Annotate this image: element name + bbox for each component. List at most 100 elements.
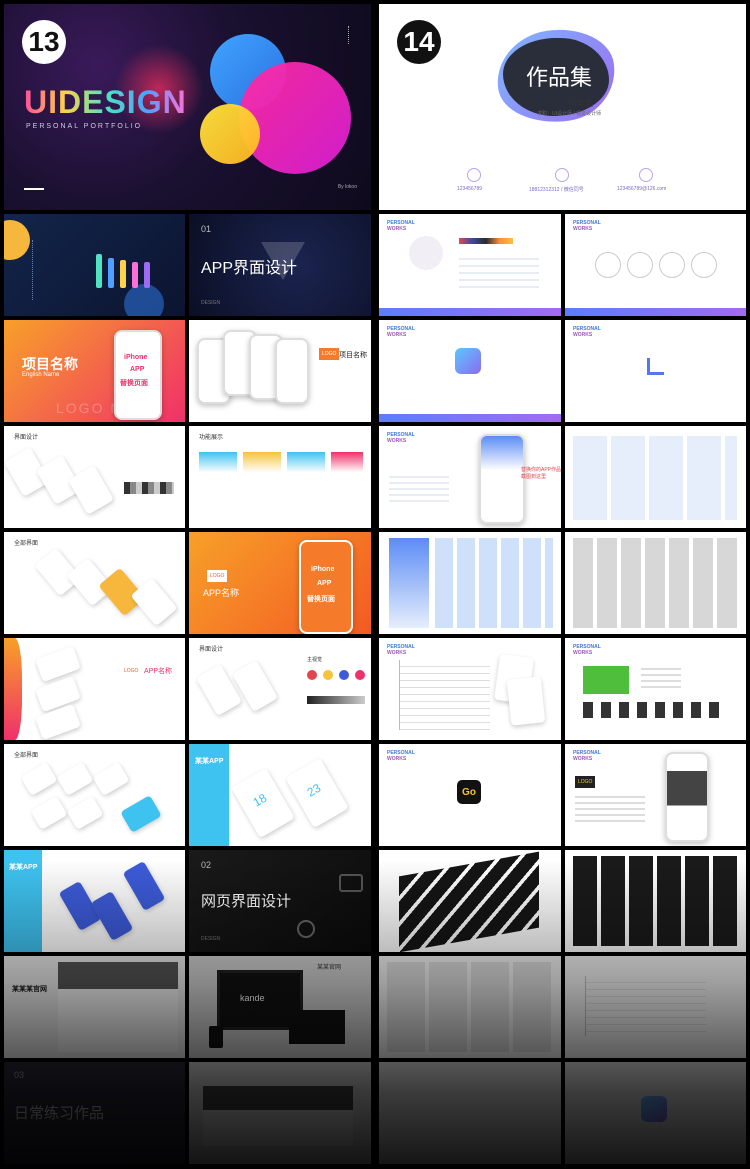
contact-phone: 123456789 <box>457 186 483 192</box>
skill-bar <box>96 254 102 288</box>
slide-app-orange[interactable]: LOGO APP名称 iPhone APP 替换页面 <box>189 532 371 634</box>
slide-interface-brand[interactable]: 界面设计 主视觉 <box>189 638 371 740</box>
bottom-gradient-bar <box>379 308 561 316</box>
slide-screens-blue[interactable] <box>379 532 561 634</box>
app-name: APP名称 <box>203 588 240 598</box>
go-app-icon-label: Go <box>462 786 476 798</box>
slide-kande-devices[interactable]: 某某官网 kande <box>189 956 371 1058</box>
slide-go-detail[interactable]: PERSONAL WORKS LOGO <box>565 744 746 846</box>
slide-web-dark-grid[interactable] <box>565 850 746 952</box>
slide-heading: 全部界面 <box>14 541 39 547</box>
screens-grid <box>573 436 737 520</box>
brand-color-yellow <box>323 670 333 680</box>
slide-go-icon[interactable]: PERSONAL WORKS Go <box>379 744 561 846</box>
slide-interface-design[interactable]: 界面设计 <box>4 426 185 528</box>
slide-daily-web[interactable] <box>189 1062 371 1164</box>
phone-mockup <box>479 434 525 524</box>
doc-sheet <box>506 676 546 726</box>
floating-card <box>120 795 162 833</box>
slide-personal-info[interactable]: PERSONAL WORKS <box>379 214 561 316</box>
hero-cover-dark[interactable]: 13 UIDESIGN PERSONAL PORTFOLIO By lokoo <box>4 4 371 210</box>
magnifier-icon <box>297 920 315 938</box>
section-number: 02 <box>201 860 212 870</box>
camera-icon <box>339 874 363 892</box>
slide-some-site[interactable]: 某某某官网 <box>4 956 185 1058</box>
slide-mindmap[interactable]: PERSONAL WORKS <box>379 638 561 740</box>
hero-cover-light[interactable]: 14 作品集 杨某某 求职：UI设计师 / 视觉设计师 123456789 18… <box>379 4 746 210</box>
slide-app-cards-orange[interactable]: LOGO APP名称 <box>4 638 185 740</box>
slide-resume-dark[interactable] <box>4 214 185 316</box>
tool-icons-row <box>459 238 513 244</box>
logo-mark-icon <box>647 358 664 375</box>
brand-heading: 主视觉 <box>307 657 323 663</box>
contact-wechat: 18812312312 / 微信同号 <box>529 187 584 193</box>
slide-number-badge: 13 <box>22 20 66 64</box>
slide-phones-row[interactable]: LOGO 项目名称 <box>189 320 371 422</box>
screen-thumb <box>199 452 237 520</box>
mindmap-lines <box>399 660 490 730</box>
slide-heading: 界面设计 <box>199 647 224 653</box>
personal-works-logo: PERSONAL WORKS <box>387 326 415 338</box>
slide-wireframes[interactable] <box>565 532 746 634</box>
phone-blue <box>122 860 166 912</box>
screen-thumb <box>389 538 429 628</box>
project-title: 项目名称 <box>22 356 78 372</box>
slide-feature-show[interactable]: 功能展示 <box>189 426 371 528</box>
logo-badge: LOGO <box>575 776 596 788</box>
slide-skill-icons[interactable]: PERSONAL WORKS <box>565 214 746 316</box>
web-screens-grid <box>573 856 739 946</box>
section-title: 日常练习作品 <box>14 1105 105 1122</box>
text-lines <box>575 796 645 826</box>
slide-screens-collage[interactable] <box>565 426 746 528</box>
phone-mockup: iPhone APP 替换页面 <box>114 330 162 420</box>
app-title: 某某APP <box>9 864 38 871</box>
floating-card <box>20 761 58 797</box>
contact-mail-icon <box>639 168 653 182</box>
skill-bar <box>144 262 150 288</box>
slide-section-daily[interactable]: 03 日常练习作品 <box>4 1062 185 1164</box>
portfolio-preview-grid: 13 UIDESIGN PERSONAL PORTFOLIO By lokoo … <box>0 0 750 1169</box>
slide-app-icon[interactable]: PERSONAL WORKS <box>379 320 561 422</box>
logo-badge: LOGO <box>319 348 340 360</box>
slide-logo-mark[interactable]: PERSONAL WORKS <box>565 320 746 422</box>
screens-grid <box>435 538 553 628</box>
slide-web-mindmap[interactable] <box>565 956 746 1058</box>
bottom-gradient-bar <box>379 414 561 422</box>
wave-decor <box>4 638 22 740</box>
slide-some-app-blue[interactable]: 某某APP <box>4 850 185 952</box>
personal-works-logo: PERSONAL WORKS <box>387 220 415 232</box>
highlight-note: 替换你的APP作品 截图到这里 <box>521 467 561 480</box>
slide-daily-icon[interactable] <box>565 1062 746 1164</box>
slide-all-pages[interactable]: 全部界面 <box>4 532 185 634</box>
skill-circle <box>659 252 685 278</box>
slide-green-brand[interactable]: PERSONAL WORKS <box>565 638 746 740</box>
floating-card <box>66 795 104 831</box>
slide-web-isometric[interactable] <box>379 850 561 952</box>
logo-badge: LOGO <box>124 668 139 674</box>
logo-badge: LOGO <box>207 570 228 582</box>
slide-daily-blank[interactable] <box>379 1062 561 1164</box>
slide-web-wireframe[interactable] <box>379 956 561 1058</box>
section-number: 01 <box>201 224 212 234</box>
slide-section-web[interactable]: 02 网页界面设计 DESIGN <box>189 850 371 952</box>
personal-works-logo: PERSONAL WORKS <box>573 644 601 656</box>
screen-thumb <box>331 452 363 520</box>
site-screenshot <box>58 962 178 1052</box>
floating-card <box>68 465 114 515</box>
personal-works-logo: PERSONAL WORKS <box>387 432 415 444</box>
slide-all-pages-2[interactable]: 全部界面 <box>4 744 185 846</box>
slide-heading: 界面设计 <box>14 435 39 441</box>
hero-title: UIDESIGN <box>24 84 187 120</box>
slide-section-app[interactable]: 01 APP界面设计 DESIGN <box>189 214 371 316</box>
slide-project-name[interactable]: 项目名称 English Name LOGO NAME iPhone APP 替… <box>4 320 185 422</box>
skill-bar <box>132 262 138 288</box>
skill-bar <box>108 258 114 288</box>
triangle-outline-icon <box>261 242 305 280</box>
personal-works-logo: PERSONAL WORKS <box>573 220 601 232</box>
skill-circle <box>627 252 653 278</box>
slide-some-app-cyan[interactable]: 某某APP 18 23 <box>189 744 371 846</box>
section-sub: DESIGN <box>201 936 221 942</box>
section-sub: DESIGN <box>201 300 221 306</box>
contact-email: 123456789@126.com <box>617 186 667 192</box>
slide-phone-detail[interactable]: PERSONAL WORKS 替换你的APP作品 截图到这里 <box>379 426 561 528</box>
